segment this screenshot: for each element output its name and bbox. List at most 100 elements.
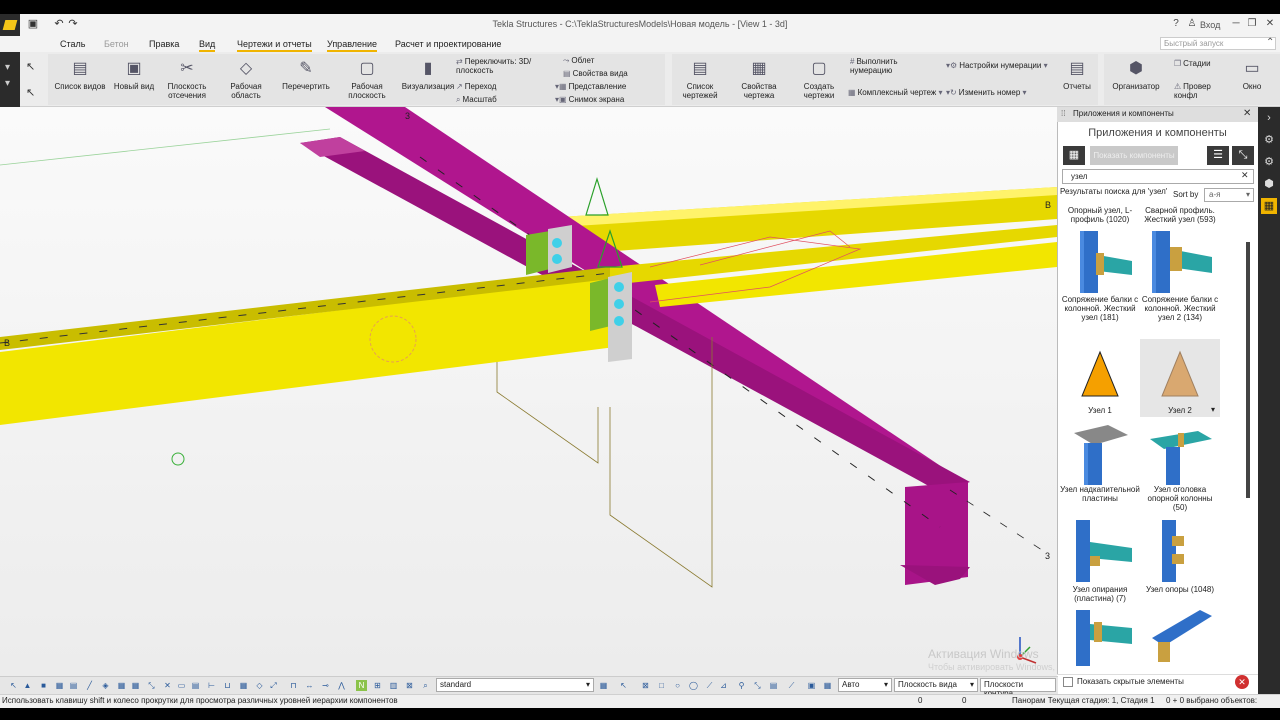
bolt[interactable] xyxy=(614,299,624,309)
select-icon[interactable]: ▤ xyxy=(68,680,79,691)
menu-view[interactable]: Вид xyxy=(199,39,216,52)
select-icon[interactable]: ◇ xyxy=(254,680,265,691)
bolt[interactable] xyxy=(614,282,624,292)
menu-analysis-design[interactable]: Расчет и проектирование xyxy=(395,39,501,49)
close-icon[interactable]: ✕ xyxy=(1262,17,1278,31)
snap-icon[interactable]: ⊠ xyxy=(404,680,415,691)
change-number-button[interactable]: ▾↻ Изменить номер ▾ xyxy=(946,88,1029,97)
component-item[interactable]: Узел опоры (1048) xyxy=(1140,585,1220,594)
select-icon[interactable]: ⤢ xyxy=(268,680,279,691)
screenshot-button[interactable]: ▾▣ Снимок экрана xyxy=(555,95,624,104)
component-item[interactable]: Сварной профиль. Жесткий узел (593) xyxy=(1140,206,1220,224)
menu-edit[interactable]: Правка xyxy=(149,39,179,49)
snap-icon[interactable]: ○ xyxy=(672,680,683,691)
stages-button[interactable]: ❐ Стадии xyxy=(1174,59,1211,68)
menu-arrow-icon[interactable]: ▾ xyxy=(5,62,10,73)
redraw-button[interactable]: ✎ Перечертить xyxy=(276,56,336,104)
view-plane-select[interactable]: Плоскость вида ▾ xyxy=(894,678,978,692)
snap-icon[interactable]: ▣ xyxy=(806,680,817,691)
component-thumb[interactable] xyxy=(1068,608,1132,666)
clear-search-icon[interactable]: ✕ xyxy=(1241,170,1249,181)
user-icon[interactable]: ♙ xyxy=(1184,17,1200,31)
select-icon[interactable]: ⊔ xyxy=(222,680,233,691)
flyby-button[interactable]: ⤳ Облет xyxy=(563,56,594,66)
work-area-button[interactable]: ◇ Рабочая область xyxy=(216,56,276,104)
snap-icon[interactable]: ⊿ xyxy=(718,680,729,691)
reports-button[interactable]: ▤ Отчеты xyxy=(1049,56,1105,104)
snap-depth-select[interactable]: Авто ▾ xyxy=(838,678,892,692)
select-icon[interactable]: ◈ xyxy=(100,680,111,691)
cube-icon[interactable]: ⬢ xyxy=(1261,176,1277,192)
drawing-props-button[interactable]: ▦ Свойства чертежа xyxy=(729,56,789,104)
component-item[interactable]: Сопряжение балки с колонной. Жесткий узе… xyxy=(1140,295,1220,322)
drawing-list-button[interactable]: ▤ Список чертежей xyxy=(670,56,730,104)
select-icon[interactable]: ▤ xyxy=(190,680,201,691)
component-search-input[interactable]: узел xyxy=(1062,169,1254,184)
select-parts-icon[interactable]: ▲ xyxy=(22,680,33,691)
component-item[interactable]: Узел оголовка опорной колонны (50) xyxy=(1140,485,1220,512)
component-item[interactable]: Сопряжение балки с колонной. Жесткий узе… xyxy=(1060,295,1140,322)
snap-icon[interactable]: ▥ xyxy=(388,680,399,691)
select-arrow-icon[interactable]: ↖ xyxy=(26,60,35,73)
collapse-icon[interactable]: ⤡ xyxy=(1232,146,1254,165)
select-icon[interactable]: ▦ xyxy=(130,680,141,691)
list-views-button[interactable]: ▤ Список видов xyxy=(50,56,110,104)
component-item[interactable]: Узел 1 xyxy=(1060,406,1140,415)
contour-plane-select[interactable]: Плоскости контура xyxy=(980,678,1056,698)
component-item[interactable]: Узел 2 xyxy=(1140,406,1220,415)
end-plate-green[interactable] xyxy=(526,231,550,275)
menu-manage[interactable]: Управление xyxy=(327,39,378,52)
pointer-icon[interactable]: ↖ xyxy=(618,680,629,691)
select-icon[interactable]: ✕ xyxy=(162,680,173,691)
snap-icon[interactable]: ⟋ xyxy=(786,680,797,691)
snap-icon[interactable]: ◯ xyxy=(688,680,699,691)
help-icon[interactable]: ? xyxy=(1168,17,1184,31)
sign-in-link[interactable]: Вход xyxy=(1200,20,1220,30)
select-icon[interactable]: ▦ xyxy=(116,680,127,691)
select-icon[interactable]: ▦ xyxy=(54,680,65,691)
transition-button[interactable]: ↗ Переход xyxy=(456,82,496,91)
snap-icon[interactable]: ⚲ xyxy=(736,680,747,691)
organizer-button[interactable]: ⬢ Организатор xyxy=(1106,56,1166,104)
view-props-button[interactable]: ▤ Свойства вида xyxy=(563,69,628,78)
yellow-beam-front[interactable] xyxy=(0,277,615,425)
select-all-icon[interactable]: ↖ xyxy=(8,680,19,691)
snap-toggle-icon[interactable]: N xyxy=(356,680,367,691)
component-item[interactable]: Узел опирания (пластина) (7) xyxy=(1060,585,1140,603)
snap-icon[interactable]: ⊞ xyxy=(372,680,383,691)
column-head-icon[interactable] xyxy=(1148,423,1212,485)
point-marker[interactable] xyxy=(171,452,185,466)
snap-icon[interactable]: ⤡ xyxy=(752,680,763,691)
gusset-plate[interactable] xyxy=(548,225,572,273)
bolt[interactable] xyxy=(552,254,562,264)
component-symbol[interactable] xyxy=(585,176,609,216)
window-button[interactable]: ▭ Окно xyxy=(1226,56,1278,104)
component-item[interactable]: Опорный узел, L-профиль (1020) xyxy=(1060,206,1140,224)
minimize-icon[interactable]: ─ xyxy=(1228,17,1244,31)
snap-icon[interactable]: ▤ xyxy=(768,680,779,691)
representation-button[interactable]: ▾▦ Представление xyxy=(555,82,626,91)
check-conflicts-button[interactable]: ⚠ Провер конфл xyxy=(1174,82,1224,100)
numbering-settings-button[interactable]: ▾⚙ Настройки нумерации ▾ xyxy=(946,61,1050,70)
beam-column-icon[interactable] xyxy=(1148,229,1212,293)
snap-icon[interactable]: ⟋ xyxy=(704,680,715,691)
select-icon[interactable]: ▭ xyxy=(176,680,187,691)
grid-view-icon[interactable]: ▦ xyxy=(1063,146,1085,165)
select-icon[interactable]: ╱ xyxy=(84,680,95,691)
selection-filter-select[interactable]: standard ▾ xyxy=(436,678,594,692)
menu-concrete[interactable]: Бетон xyxy=(104,39,129,49)
snap-icon[interactable]: ⋀ xyxy=(336,680,347,691)
bearing-plate-icon[interactable] xyxy=(1068,518,1132,582)
snap-icon[interactable]: ▦ xyxy=(822,680,833,691)
chevron-down-icon[interactable]: ▾ xyxy=(1211,405,1215,414)
properties-icon[interactable]: ⚙ xyxy=(1261,132,1277,148)
filter-settings-icon[interactable]: ▦ xyxy=(598,680,609,691)
create-drawings-button[interactable]: ▢ Создать чертежи xyxy=(789,56,849,104)
snap-icon[interactable]: □ xyxy=(656,680,667,691)
3d-viewport[interactable]: 3 B B 3 xyxy=(0,107,1057,676)
snap-icon[interactable]: ⊸ xyxy=(320,680,331,691)
menu-drawings-reports[interactable]: Чертежи и отчеты xyxy=(237,39,312,52)
settings-icon[interactable]: ⚙ xyxy=(1261,154,1277,170)
run-numbering-button[interactable]: # Выполнить нумерацию xyxy=(850,57,920,75)
show-components-button[interactable]: Показать компоненты xyxy=(1090,146,1178,165)
